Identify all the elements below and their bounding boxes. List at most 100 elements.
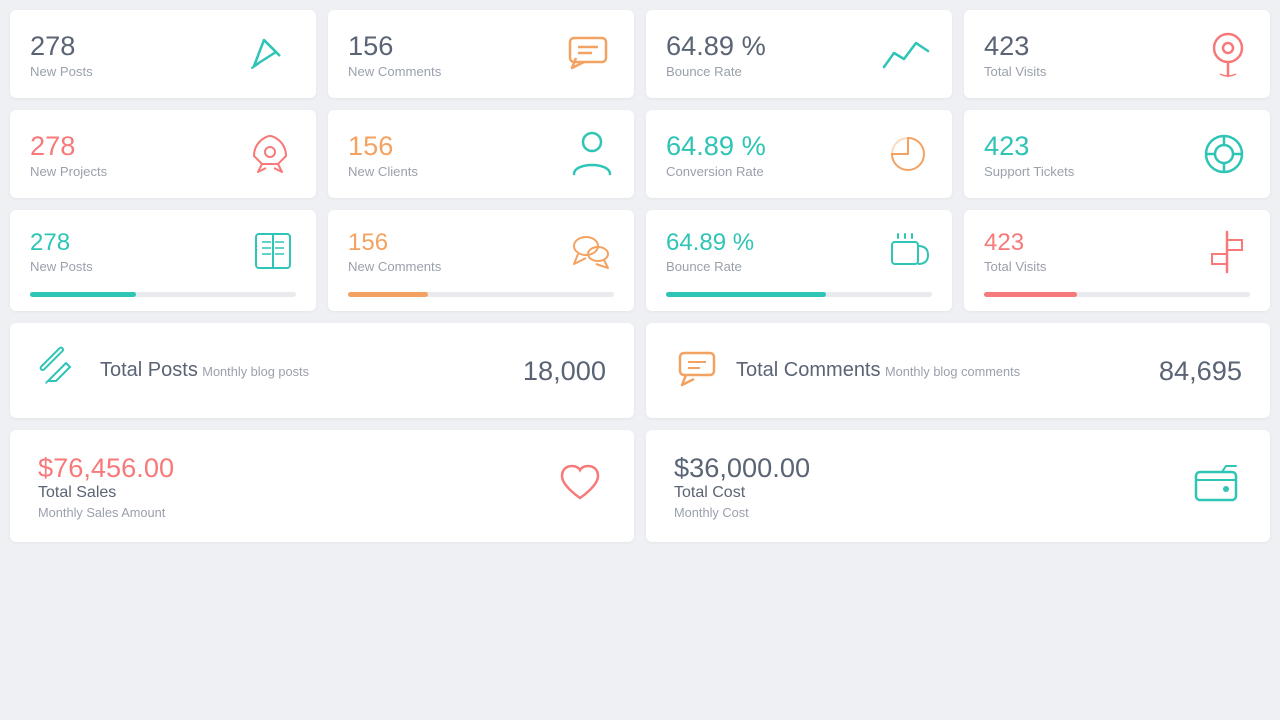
pie-icon — [884, 130, 932, 178]
stat-label: Support Tickets — [984, 164, 1074, 179]
stat-label: Bounce Rate — [666, 64, 766, 79]
lifering-icon — [1198, 128, 1250, 180]
card-sales-left: $36,000.00 Total Cost Monthly Cost — [674, 452, 810, 520]
pencil-icon — [244, 28, 296, 80]
chat-icon — [568, 228, 614, 274]
cost-sub: Monthly Cost — [674, 505, 810, 520]
card-bounce-rate-1: 64.89 % Bounce Rate — [646, 10, 952, 98]
card-top: 64.89 % Bounce Rate — [666, 228, 932, 274]
card-text: 278 New Posts — [30, 30, 93, 79]
stat-number: 423 — [984, 229, 1046, 257]
card-wide-text: Total Posts Monthly blog posts — [100, 359, 309, 382]
mug-icon — [886, 228, 932, 274]
card-info: 64.89 % Bounce Rate — [666, 229, 754, 274]
card-text: 64.89 % Conversion Rate — [666, 130, 766, 179]
progress-track — [348, 292, 614, 297]
progress-track — [984, 292, 1250, 297]
progress-track — [666, 292, 932, 297]
card-new-posts-1: 278 New Posts — [10, 10, 316, 98]
card-top: 156 New Comments — [348, 228, 614, 274]
stat-number: 423 — [984, 130, 1074, 162]
row3: 278 New Posts — [10, 210, 1270, 311]
card-total-posts: Total Posts Monthly blog posts 18,000 — [10, 323, 634, 418]
card-support-tickets: 423 Support Tickets — [964, 110, 1270, 198]
card-info: 156 New Comments — [348, 229, 441, 274]
card-new-posts-progress: 278 New Posts — [10, 210, 316, 311]
stat-label: New Posts — [30, 259, 93, 274]
card-bounce-rate-progress: 64.89 % Bounce Rate — [646, 210, 952, 311]
card-text: 156 New Clients — [348, 130, 418, 179]
card-text: 423 Support Tickets — [984, 130, 1074, 179]
sales-sub: Monthly Sales Amount — [38, 505, 174, 520]
stat-number: 278 — [30, 30, 93, 62]
pencil2-icon — [38, 345, 84, 396]
card-top: 278 New Posts — [30, 228, 296, 274]
card-wide-sub: Monthly blog posts — [202, 364, 309, 379]
card-wide-text: Total Comments Monthly blog comments — [736, 359, 1020, 382]
trend-icon — [880, 33, 932, 75]
card-new-projects: 278 New Projects — [10, 110, 316, 198]
card-total-visits-progress: 423 Total Visits — [964, 210, 1270, 311]
book-icon — [250, 228, 296, 274]
progress-track — [30, 292, 296, 297]
card-new-comments-progress: 156 New Comments — [328, 210, 634, 311]
card-new-comments-1: 156 New Comments — [328, 10, 634, 98]
card-wide-value: 18,000 — [523, 355, 606, 387]
sales-amount: $76,456.00 — [38, 452, 174, 484]
card-text: 64.89 % Bounce Rate — [666, 30, 766, 79]
card-wide-left: Total Posts Monthly blog posts — [38, 345, 309, 396]
stat-label: Total Visits — [984, 64, 1046, 79]
card-text: 156 New Comments — [348, 30, 441, 79]
wallet-icon — [1190, 458, 1242, 515]
card-wide-left: Total Comments Monthly blog comments — [674, 345, 1020, 396]
comment-icon — [562, 28, 614, 80]
stat-label: Bounce Rate — [666, 259, 754, 274]
stat-label: New Posts — [30, 64, 93, 79]
stat-label: New Comments — [348, 259, 441, 274]
person-icon — [570, 128, 614, 180]
cost-amount: $36,000.00 — [674, 452, 810, 484]
progress-fill — [984, 292, 1077, 297]
card-wide-title: Total Posts — [100, 359, 198, 381]
stat-number: 156 — [348, 130, 418, 162]
stat-number: 156 — [348, 30, 441, 62]
card-info: 423 Total Visits — [984, 229, 1046, 274]
card-total-sales: $76,456.00 Total Sales Monthly Sales Amo… — [10, 430, 634, 542]
card-new-clients: 156 New Clients — [328, 110, 634, 198]
heart-icon — [554, 458, 606, 515]
rocket-icon — [244, 128, 296, 180]
card-top: 423 Total Visits — [984, 228, 1250, 274]
stat-number: 278 — [30, 229, 93, 257]
stat-number: 278 — [30, 130, 107, 162]
stat-number: 64.89 % — [666, 229, 754, 257]
card-text: 423 Total Visits — [984, 30, 1046, 79]
stat-label: Total Visits — [984, 259, 1046, 274]
stat-number: 156 — [348, 229, 441, 257]
row2: 278 New Projects 156 New Clients 64. — [10, 110, 1270, 198]
card-total-cost: $36,000.00 Total Cost Monthly Cost — [646, 430, 1270, 542]
card-info: 278 New Posts — [30, 229, 93, 274]
card-wide-title: Total Comments — [736, 359, 881, 381]
card-wide-sub: Monthly blog comments — [885, 364, 1020, 379]
stat-label: New Comments — [348, 64, 441, 79]
stat-number: 423 — [984, 30, 1046, 62]
progress-fill — [348, 292, 428, 297]
card-wide-value: 84,695 — [1159, 355, 1242, 387]
progress-fill — [30, 292, 136, 297]
comment2-icon — [674, 345, 720, 396]
card-sales-left: $76,456.00 Total Sales Monthly Sales Amo… — [38, 452, 174, 520]
stat-label: Conversion Rate — [666, 164, 766, 179]
stat-number: 64.89 % — [666, 130, 766, 162]
card-total-comments: Total Comments Monthly blog comments 84,… — [646, 323, 1270, 418]
signpost-icon — [1204, 228, 1250, 274]
row5: $76,456.00 Total Sales Monthly Sales Amo… — [10, 430, 1270, 542]
stat-label: New Projects — [30, 164, 107, 179]
card-total-visits-1: 423 Total Visits — [964, 10, 1270, 98]
pin-icon — [1206, 28, 1250, 80]
card-conversion-rate: 64.89 % Conversion Rate — [646, 110, 952, 198]
row4: Total Posts Monthly blog posts 18,000 To… — [10, 323, 1270, 418]
progress-fill — [666, 292, 826, 297]
row1: 278 New Posts 156 New Comments — [10, 10, 1270, 98]
stat-label: New Clients — [348, 164, 418, 179]
cost-label: Total Cost — [674, 484, 810, 502]
